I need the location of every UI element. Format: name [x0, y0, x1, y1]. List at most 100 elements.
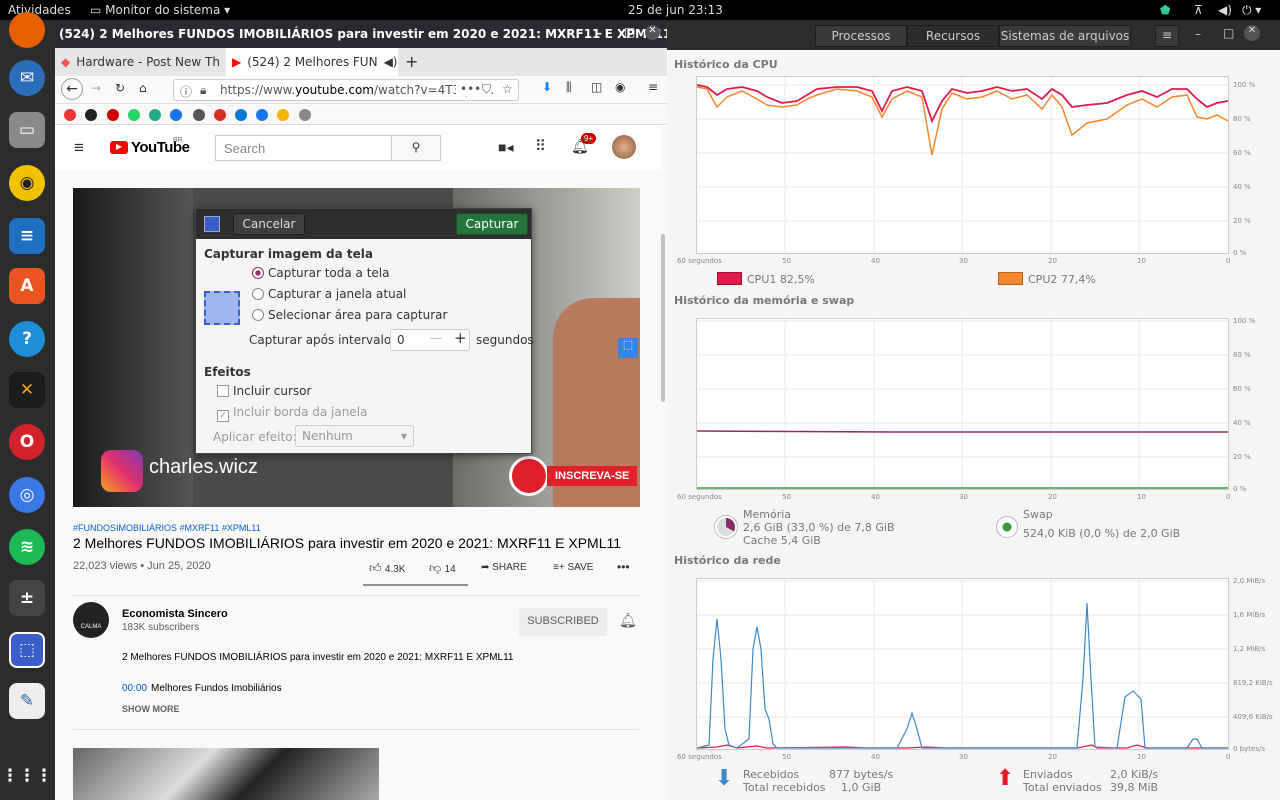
- text-editor-icon[interactable]: ✎: [9, 683, 45, 719]
- apps-grid-icon[interactable]: ⠿: [535, 137, 546, 155]
- notification-bell-icon[interactable]: 🔔︎: [619, 612, 637, 629]
- tab-hardware[interactable]: ◆Hardware - Post New Th✕: [55, 48, 225, 76]
- effect-select[interactable]: Nenhum ▾: [295, 425, 414, 447]
- cpu2-color-swatch[interactable]: [998, 272, 1023, 285]
- audio-icon[interactable]: ◀): [384, 55, 398, 69]
- save-button[interactable]: ≡+ SAVE: [553, 562, 593, 573]
- minimize-button[interactable]: –: [596, 26, 602, 40]
- software-icon[interactable]: A: [9, 268, 45, 304]
- help-icon[interactable]: ?: [9, 321, 45, 357]
- bookmark-icon[interactable]: [256, 109, 268, 121]
- received-arrow-icon[interactable]: ⬇: [715, 766, 733, 791]
- tab-resources[interactable]: Recursos: [907, 25, 999, 47]
- network-icon[interactable]: ⊼: [1194, 3, 1203, 17]
- subscribed-button[interactable]: SUBSCRIBED: [519, 608, 607, 636]
- maximize-button[interactable]: □: [1223, 26, 1234, 40]
- outlook-icon[interactable]: [235, 109, 247, 121]
- like-button[interactable]: 👍︎ 4.3K: [369, 561, 405, 576]
- share-button[interactable]: ➦ SHARE: [481, 562, 527, 573]
- tab-processes[interactable]: Processos: [815, 25, 907, 47]
- info-icon[interactable]: ⓘ: [180, 83, 192, 100]
- show-apps-icon[interactable]: ⋮⋮⋮: [2, 758, 53, 794]
- channel-name[interactable]: Economista Sincero: [122, 608, 228, 620]
- bookmark-icon[interactable]: [299, 109, 311, 121]
- minimize-button[interactable]: –: [1195, 27, 1201, 41]
- rhythmbox-icon[interactable]: ◉: [9, 165, 45, 201]
- bookmark-icon[interactable]: [277, 109, 289, 121]
- search-input[interactable]: Search: [215, 135, 392, 161]
- spotify-icon[interactable]: ≋: [9, 529, 45, 565]
- forward-button[interactable]: →: [91, 81, 101, 95]
- power-icon[interactable]: ⏻ ▾: [1242, 3, 1261, 18]
- capture-whole-screen-radio[interactable]: Capturar toda a tela: [252, 266, 389, 280]
- page-actions-icon[interactable]: •••: [456, 82, 486, 96]
- close-button[interactable]: ✕: [645, 25, 660, 40]
- ad-thumbnail[interactable]: [73, 748, 379, 800]
- opera-icon[interactable]: O: [9, 424, 45, 460]
- tab-youtube[interactable]: ▶(524) 2 Melhores FUN◀)✕: [226, 48, 398, 76]
- thunderbird-icon[interactable]: ✉: [9, 60, 45, 96]
- dislike-button[interactable]: 👎︎ 14: [429, 561, 456, 576]
- user-avatar[interactable]: [612, 135, 636, 159]
- bookmark-icon[interactable]: [107, 109, 119, 121]
- volume-icon[interactable]: ◀): [1218, 3, 1232, 17]
- include-cursor-checkbox[interactable]: Incluir cursor: [217, 384, 311, 398]
- more-actions-icon[interactable]: •••: [617, 560, 630, 574]
- bookmark-icon[interactable]: [149, 109, 161, 121]
- effect-value: Nenhum: [302, 429, 353, 443]
- files-icon[interactable]: ▭: [9, 112, 45, 148]
- writer-icon[interactable]: ≡: [9, 218, 45, 254]
- url-bar[interactable]: ⓘ 🔒︎ https://www.youtube.com/watch?v=4T3…: [173, 79, 519, 101]
- account-icon[interactable]: ◉: [615, 80, 625, 94]
- capture-area-radio[interactable]: Selecionar área para capturar: [252, 308, 447, 322]
- ad-info-icon[interactable]: ⓘ: [369, 748, 378, 761]
- screenshot-tool-icon[interactable]: ⬚: [618, 338, 638, 358]
- memory-pie-icon[interactable]: [715, 516, 737, 538]
- page-scrollbar[interactable]: [661, 234, 665, 402]
- create-video-icon[interactable]: ■◂: [498, 139, 513, 156]
- maximize-button[interactable]: □: [624, 25, 635, 39]
- video-hashtags[interactable]: #FUNDOSIMOBILIÁRIOS #MXRF11 #XPML11: [73, 523, 261, 533]
- search-button[interactable]: ⚲: [391, 135, 441, 161]
- app-menu[interactable]: ▭ Monitor do sistema ▾: [90, 3, 230, 17]
- firefox-icon[interactable]: [9, 12, 45, 48]
- tab-filesystems[interactable]: Sistemas de arquivos: [999, 25, 1131, 47]
- chromium-icon[interactable]: ◎: [9, 477, 45, 513]
- chapter-timestamp[interactable]: 00:00: [122, 683, 147, 694]
- hamburger-menu-icon[interactable]: ≡: [648, 80, 658, 94]
- cancel-button[interactable]: Cancelar: [233, 213, 305, 235]
- show-more-button[interactable]: SHOW MORE: [122, 704, 180, 714]
- screenshot-icon[interactable]: ⬚: [9, 632, 45, 668]
- decrement-button[interactable]: —: [430, 331, 442, 345]
- pocket-icon[interactable]: ⛉: [482, 82, 492, 97]
- sidebar-icon[interactable]: ◫: [591, 80, 602, 94]
- new-tab-button[interactable]: +: [405, 52, 418, 71]
- increment-button[interactable]: +: [454, 329, 467, 347]
- bookmark-icon[interactable]: [170, 109, 182, 121]
- clock[interactable]: 25 de jun 23:13: [628, 3, 723, 17]
- include-border-checkbox[interactable]: ✓ Incluir borda da janela: [217, 405, 367, 422]
- guide-menu-icon[interactable]: ≡: [74, 138, 84, 158]
- hamburger-menu-icon[interactable]: ≡: [1155, 25, 1179, 47]
- back-button[interactable]: ←: [61, 78, 83, 100]
- gmail-icon[interactable]: [214, 109, 226, 121]
- close-button[interactable]: ✕: [1244, 25, 1260, 41]
- home-button[interactable]: ⌂: [139, 81, 147, 95]
- bookmark-icon[interactable]: [85, 109, 97, 121]
- capture-window-radio[interactable]: Capturar a janela atual: [252, 287, 406, 301]
- whatsapp-icon[interactable]: [128, 109, 140, 121]
- bookmark-star-icon[interactable]: ☆: [502, 82, 513, 96]
- library-icon[interactable]: ⫼: [566, 80, 572, 95]
- channel-avatar[interactable]: CALMA: [73, 602, 109, 638]
- cpu1-color-swatch[interactable]: [717, 272, 742, 285]
- calculator-icon[interactable]: ±: [9, 580, 45, 616]
- sent-arrow-icon[interactable]: ⬆: [996, 766, 1014, 791]
- shield-icon[interactable]: ⬟: [1160, 3, 1170, 17]
- bookmark-icon[interactable]: [64, 109, 76, 121]
- app-x-icon[interactable]: ✕: [9, 372, 45, 408]
- swap-pie-icon[interactable]: [996, 516, 1018, 538]
- capture-button[interactable]: Capturar: [456, 213, 528, 235]
- download-icon[interactable]: ⬇: [542, 80, 552, 94]
- bookmark-icon[interactable]: [193, 109, 205, 121]
- reload-button[interactable]: ↻: [115, 81, 125, 95]
